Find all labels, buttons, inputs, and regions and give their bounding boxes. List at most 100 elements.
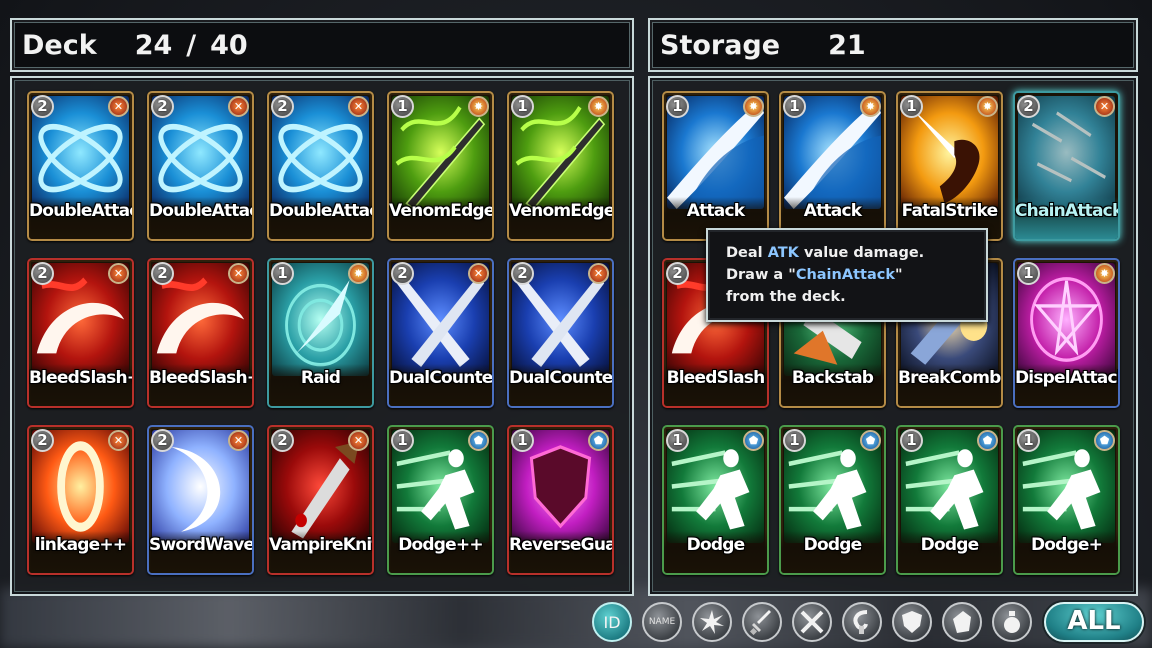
storage-count: 21	[828, 29, 866, 61]
storage-header: Storage 21	[648, 18, 1138, 72]
attack-type-icon: ✕	[108, 430, 129, 451]
hook-icon	[853, 610, 868, 634]
card-cost-badge: 2	[31, 95, 54, 118]
deck-card[interactable]: 2 ✕ BleedSlash++	[147, 258, 254, 408]
attack-type-icon: ✕	[1094, 96, 1115, 117]
card-name: Backstab	[791, 368, 874, 388]
deck-card[interactable]: 2 ✕ SwordWave	[147, 425, 254, 575]
card-cost-badge: 2	[151, 262, 174, 285]
storage-card[interactable]: 1 ⬟ Dodge	[896, 425, 1003, 575]
card-cost-badge: 1	[783, 429, 806, 452]
card-name: DualCounter	[509, 368, 614, 388]
deck-card[interactable]: 1 ✸ Raid	[267, 258, 374, 408]
card-name: ReverseGuard	[509, 535, 612, 555]
filter-burst-button[interactable]	[692, 602, 732, 642]
defend-type-icon: ⬟	[977, 430, 998, 451]
card-cost-badge: 1	[1017, 262, 1040, 285]
storage-card[interactable]: 1 ⬟ Dodge+	[1013, 425, 1120, 575]
deck-card[interactable]: 2 ✕ DoubleAttack	[147, 91, 254, 241]
deck-card[interactable]: 1 ✸ VenomEdge	[387, 91, 494, 241]
card-name: Dodge++	[398, 535, 483, 555]
card-name: DoubleAttack	[149, 201, 252, 221]
storage-title: Storage	[660, 29, 781, 61]
deck-card[interactable]: 2 ✕ VampireKnife	[267, 425, 374, 575]
filter-crossed-swords-button[interactable]	[792, 602, 832, 642]
attack-type-icon: ✕	[108, 263, 129, 284]
sort-by-id-button[interactable]: ID	[592, 602, 632, 642]
card-cost-badge: 1	[511, 95, 534, 118]
card-name: linkage++	[34, 535, 127, 555]
filter-armor-button[interactable]	[942, 602, 982, 642]
skill-type-icon: ✸	[743, 96, 764, 117]
filter-sword-button[interactable]	[742, 602, 782, 642]
card-name: ChainAttack	[1015, 201, 1120, 221]
card-name: BreakCombo	[898, 368, 1003, 388]
attack-type-icon: ✕	[108, 96, 129, 117]
filter-hook-button[interactable]	[842, 602, 882, 642]
card-name: VenomEdge	[509, 201, 614, 221]
attack-type-icon: ✕	[588, 263, 609, 284]
deck-count: 24	[134, 29, 173, 61]
card-cost-badge: 2	[271, 429, 294, 452]
card-cost-badge: 2	[31, 262, 54, 285]
filter-shield-button[interactable]	[892, 602, 932, 642]
storage-card[interactable]: 1 ✸ DispelAttack+	[1013, 258, 1120, 408]
card-cost-badge: 1	[783, 95, 806, 118]
card-name: VampireKnife	[269, 535, 372, 555]
card-name: DualCounter	[389, 368, 494, 388]
deck-card[interactable]: 2 ✕ DualCounter	[387, 258, 494, 408]
card-cost-badge: 2	[151, 95, 174, 118]
deck-card[interactable]: 2 ✕ BleedSlash+	[27, 258, 134, 408]
deck-card[interactable]: 2 ✕ DoubleAttack	[267, 91, 374, 241]
armor-icon	[953, 611, 971, 633]
card-cost-badge: 2	[391, 262, 414, 285]
storage-card[interactable]: 1 ⬟ Dodge	[779, 425, 886, 575]
card-tooltip: Deal ATK value damage. Draw a "ChainAtta…	[706, 228, 988, 322]
skill-type-icon: ✸	[348, 263, 369, 284]
deck-header: Deck 24 / 40	[10, 18, 634, 72]
sort-by-name-button[interactable]: NAME	[642, 602, 682, 642]
card-name: SwordWave	[149, 535, 254, 555]
filter-all-button[interactable]: ALL	[1044, 602, 1144, 642]
card-name: Dodge	[803, 535, 862, 555]
deck-card[interactable]: 1 ⬟ Dodge++	[387, 425, 494, 575]
skill-type-icon: ✸	[588, 96, 609, 117]
tooltip-line-1: Deal ATK value damage.	[726, 245, 925, 261]
skill-type-icon: ✸	[468, 96, 489, 117]
card-cost-badge: 2	[1017, 95, 1040, 118]
skill-type-icon: ✸	[977, 96, 998, 117]
filter-potion-button[interactable]	[992, 602, 1032, 642]
deck-card[interactable]: 2 ✕ linkage++	[27, 425, 134, 575]
card-cost-badge: 2	[666, 262, 689, 285]
attack-type-icon: ✕	[228, 96, 249, 117]
storage-card[interactable]: 1 ✸ Attack	[662, 91, 769, 241]
card-cost-badge: 1	[271, 262, 294, 285]
card-name: DoubleAttack	[269, 201, 372, 221]
deck-card[interactable]: 1 ⬟ ReverseGuard	[507, 425, 614, 575]
filter-bar: ID NAME ALL	[588, 600, 1148, 644]
deck-card[interactable]: 2 ✕ DualCounter	[507, 258, 614, 408]
card-name: DoubleAttack	[29, 201, 132, 221]
deck-card[interactable]: 2 ✕ DoubleAttack	[27, 91, 134, 241]
attack-type-icon: ✕	[228, 263, 249, 284]
storage-card[interactable]: 1 ✸ FatalStrike	[896, 91, 1003, 241]
card-name: Dodge	[686, 535, 745, 555]
burst-icon	[700, 610, 724, 634]
card-name: DispelAttack+	[1015, 368, 1118, 388]
card-name: Dodge	[920, 535, 979, 555]
deck-card[interactable]: 1 ✸ VenomEdge	[507, 91, 614, 241]
storage-card[interactable]: 1 ⬟ Dodge	[662, 425, 769, 575]
attack-type-icon: ✕	[348, 430, 369, 451]
defend-type-icon: ⬟	[588, 430, 609, 451]
storage-card[interactable]: 1 ✸ Attack	[779, 91, 886, 241]
storage-card[interactable]: 2 ✕ ChainAttack	[1013, 91, 1120, 241]
card-cost-badge: 1	[391, 429, 414, 452]
card-cost-badge: 1	[511, 429, 534, 452]
card-name: Attack	[686, 201, 745, 221]
card-cost-badge: 2	[151, 429, 174, 452]
card-cost-badge: 2	[511, 262, 534, 285]
attack-type-icon: ✕	[468, 263, 489, 284]
skill-type-icon: ✸	[860, 96, 881, 117]
potion-icon	[1004, 611, 1020, 633]
defend-type-icon: ⬟	[860, 430, 881, 451]
